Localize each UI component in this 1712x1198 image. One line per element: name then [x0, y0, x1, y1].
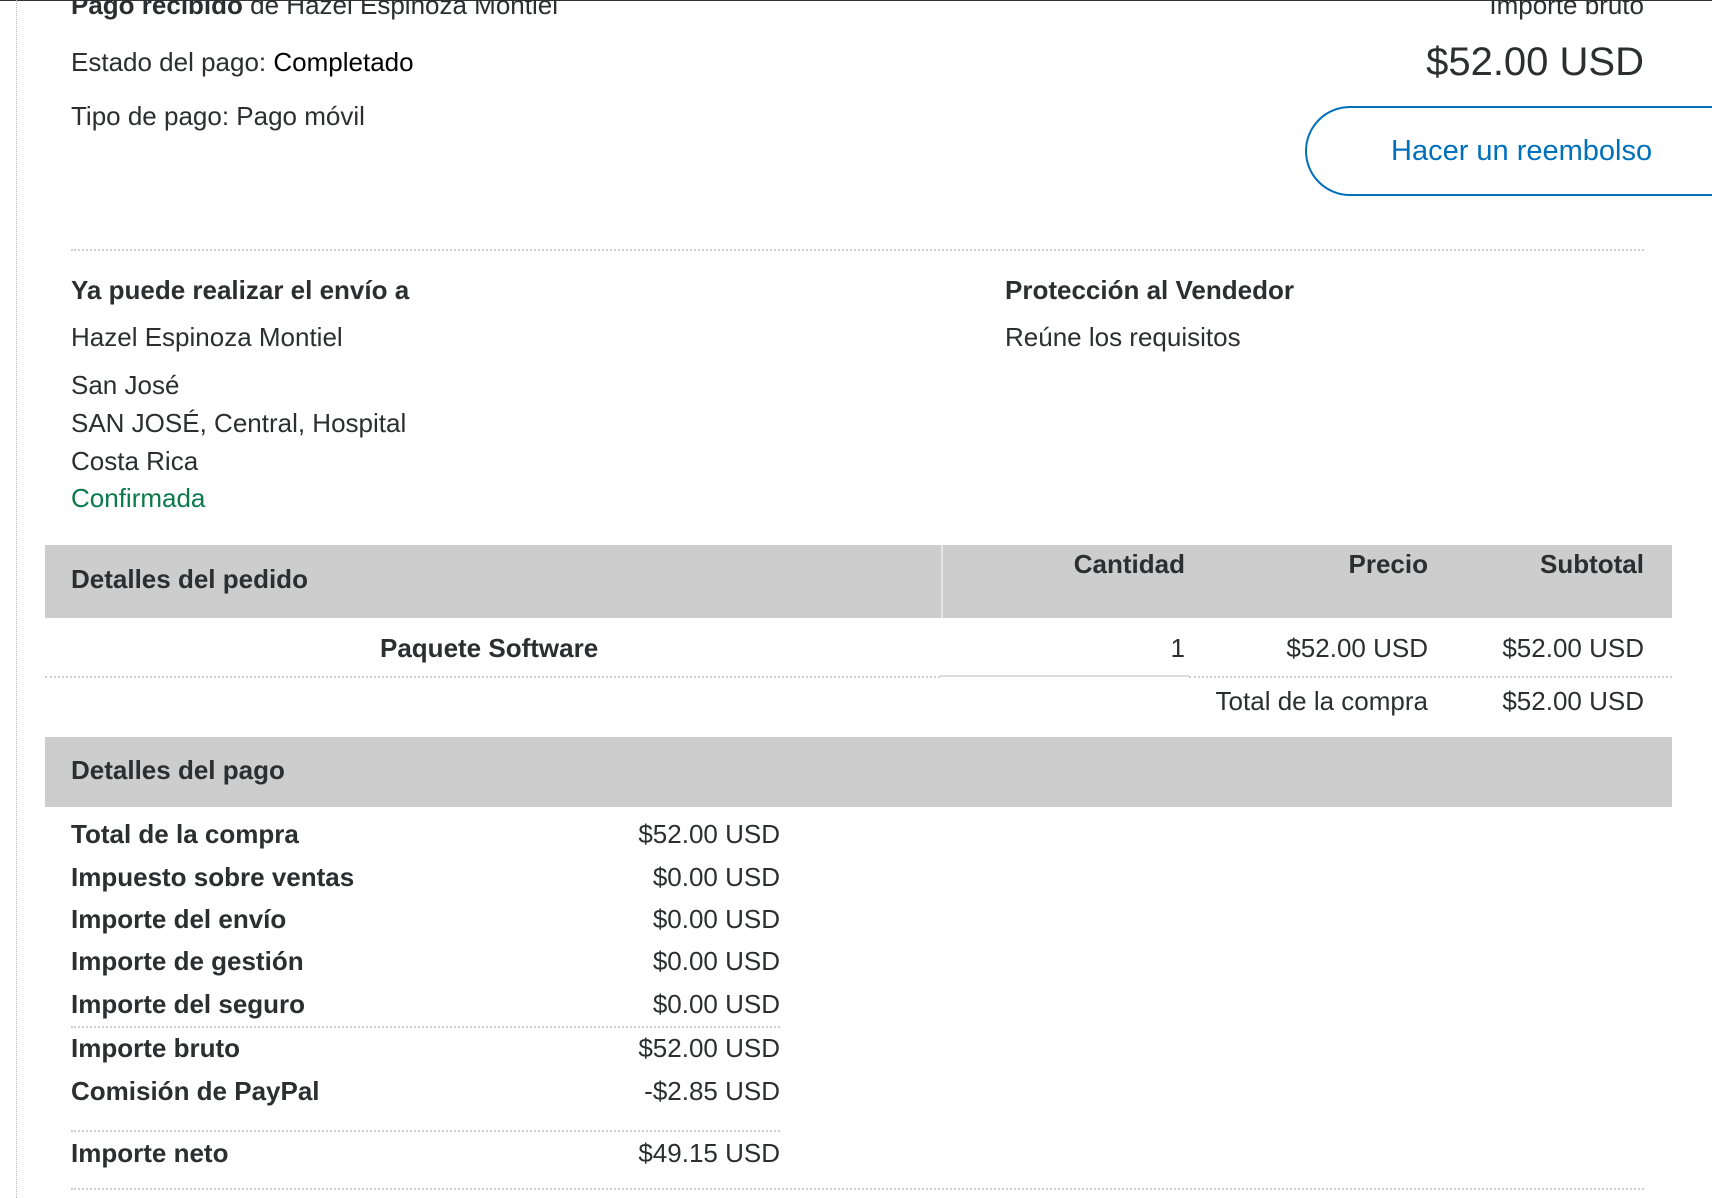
- seller-protection-title: Protección al Vendedor: [1005, 275, 1294, 305]
- column-header-quantity: Cantidad: [1073, 549, 1185, 579]
- payment-row-label: Importe neto: [71, 1138, 229, 1168]
- section-divider: [71, 249, 1644, 251]
- gross-amount-value: $52.00 USD: [1426, 40, 1644, 84]
- payer-name: de Hazel Espinoza Montiel: [242, 0, 558, 20]
- refund-button[interactable]: Hacer un reembolso: [1305, 106, 1712, 196]
- payment-divider: [71, 1130, 780, 1132]
- section-divider: [71, 1188, 1644, 1190]
- payment-row-label: Impuesto sobre ventas: [71, 862, 355, 892]
- payment-type: Tipo de pago: Pago móvil: [71, 101, 365, 131]
- payment-status-value: Completado: [273, 47, 414, 77]
- payment-row-value: $0.00 USD: [652, 989, 780, 1019]
- payment-details-title: Detalles del pago: [71, 755, 285, 785]
- column-header-subtotal: Subtotal: [1540, 549, 1644, 579]
- row-divider: [940, 675, 1189, 677]
- seller-protection-value: Reúne los requisitos: [1005, 322, 1241, 352]
- shipping-address-line: San José: [71, 370, 180, 400]
- payment-row-label: Importe de gestión: [71, 946, 304, 976]
- item-name: Paquete Software: [380, 633, 599, 663]
- payment-row-label: Importe bruto: [71, 1033, 240, 1063]
- shipping-address-line: Costa Rica: [71, 446, 199, 476]
- left-border: [16, 0, 17, 1198]
- order-total-value: $52.00 USD: [1502, 686, 1644, 716]
- payment-row-label: Comisión de PayPal: [71, 1076, 320, 1106]
- payment-received-label: Pago recibido: [71, 0, 243, 20]
- payment-row-label: Total de la compra: [71, 819, 299, 849]
- payment-received-heading: Pago recibido de Hazel Espinoza Montiel: [71, 0, 558, 21]
- payment-status-label: Estado del pago:: [71, 47, 274, 77]
- payment-row-label: Importe del seguro: [71, 989, 306, 1019]
- payment-row-value: $0.00 USD: [652, 904, 780, 934]
- shipping-name: Hazel Espinoza Montiel: [71, 322, 343, 352]
- shipping-title: Ya puede realizar el envío a: [71, 275, 410, 305]
- payment-row-value: $0.00 USD: [652, 946, 780, 976]
- item-quantity: 1: [1170, 633, 1185, 663]
- payment-row-value: $52.00 USD: [638, 1033, 780, 1063]
- header-divider: [941, 545, 943, 618]
- gross-amount-label: Importe bruto: [1489, 0, 1644, 20]
- payment-row-label: Importe del envío: [71, 904, 287, 934]
- payment-divider: [71, 1026, 780, 1028]
- order-details-title: Detalles del pedido: [71, 564, 308, 594]
- payment-row-value: -$2.85 USD: [644, 1076, 780, 1106]
- payment-row-value: $0.00 USD: [652, 862, 780, 892]
- shipping-address-line: SAN JOSÉ, Central, Hospital: [71, 408, 407, 438]
- column-header-price: Precio: [1348, 549, 1429, 579]
- item-price: $52.00 USD: [1286, 633, 1428, 663]
- item-subtotal: $52.00 USD: [1502, 633, 1644, 663]
- order-total-label: Total de la compra: [1215, 686, 1428, 716]
- payment-details-header: [45, 737, 1672, 807]
- payment-status: Estado del pago: Completado: [71, 47, 414, 78]
- payment-row-value: $49.15 USD: [638, 1138, 780, 1168]
- row-divider: [1189, 676, 1672, 678]
- address-confirmed-status: Confirmada: [71, 483, 206, 513]
- row-divider: [45, 676, 940, 678]
- payment-row-value: $52.00 USD: [638, 819, 780, 849]
